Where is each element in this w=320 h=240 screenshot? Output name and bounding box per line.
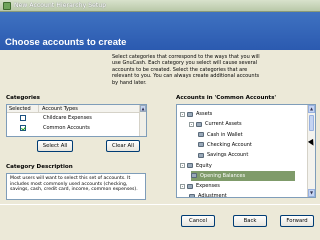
intro-text: Select categories that correspond to the…: [112, 54, 260, 86]
account-tree-row[interactable]: - Current Assets: [189, 119, 242, 129]
category-checkbox[interactable]: [20, 115, 26, 121]
window-title: New Account Hierarchy Setup: [14, 2, 107, 9]
account-name: Expenses: [196, 183, 220, 190]
account-name: Savings Account: [207, 152, 249, 159]
col-selected-header[interactable]: Selected: [7, 105, 39, 112]
accounts-tree-label: Accounts in 'Common Accounts': [176, 95, 277, 101]
description-text: Most users will want to select this set …: [6, 173, 146, 200]
categories-table[interactable]: Selected Account Types Childcare Expense…: [6, 104, 147, 137]
account-name: Opening Balances: [200, 172, 246, 179]
scroll-up-icon[interactable]: ▲: [140, 105, 146, 112]
page-title: Choose accounts to create: [5, 37, 127, 48]
scroll-up-icon[interactable]: ▲: [308, 105, 315, 113]
wizard-header: Choose accounts to create: [0, 12, 320, 50]
account-icon: [189, 193, 195, 197]
account-tree-row[interactable]: - Assets: [180, 109, 212, 119]
category-checkbox[interactable]: [20, 125, 26, 131]
collapse-toggle-icon[interactable]: -: [189, 121, 194, 127]
account-tree-row[interactable]: Savings Account: [198, 150, 248, 160]
categories-label: Categories: [6, 95, 40, 101]
account-name: Checking Account: [207, 141, 252, 148]
scroll-thumb[interactable]: [309, 115, 314, 131]
forward-button[interactable]: Forward: [280, 215, 314, 227]
account-icon: [191, 173, 197, 179]
account-tree-row[interactable]: Opening Balances: [191, 170, 295, 181]
categories-header: Selected Account Types: [7, 105, 146, 113]
account-icon: [196, 121, 202, 127]
category-type: Common Accounts: [43, 125, 90, 131]
collapse-toggle-icon[interactable]: -: [180, 183, 185, 189]
title-bar: New Account Hierarchy Setup: [0, 0, 320, 12]
account-name: Current Assets: [205, 121, 242, 128]
description-label: Category Description: [6, 164, 73, 170]
select-all-button[interactable]: Select All: [37, 140, 73, 152]
collapse-toggle-icon[interactable]: -: [180, 163, 185, 168]
account-tree-row[interactable]: - Expenses: [180, 181, 220, 191]
account-icon: [198, 142, 204, 148]
account-icon: [187, 111, 193, 117]
account-tree-row[interactable]: Checking Account: [198, 140, 252, 150]
back-button[interactable]: Back: [233, 215, 267, 227]
account-tree-row[interactable]: - Equity: [180, 161, 212, 171]
account-icon: [187, 183, 193, 189]
account-tree-row[interactable]: Cash in Wallet: [198, 130, 243, 140]
category-row[interactable]: Common Accounts: [7, 123, 146, 133]
account-name: Cash in Wallet: [207, 131, 243, 138]
clear-all-button[interactable]: Clear All: [106, 140, 140, 152]
scroll-down-icon[interactable]: ▼: [308, 189, 315, 197]
category-checkbox-cell: [7, 115, 39, 121]
collapse-toggle-icon[interactable]: -: [180, 111, 185, 117]
accounts-tree[interactable]: - Assets - Current Assets Cash in Wallet Chec…: [176, 104, 316, 198]
account-icon: [187, 163, 193, 168]
cancel-button[interactable]: Cancel: [181, 215, 215, 227]
category-checkbox-cell: [7, 125, 39, 131]
tree-scrollbar[interactable]: ▲ ▼: [307, 105, 315, 197]
account-tree-row[interactable]: Adjustment: [189, 191, 227, 198]
category-type: Childcare Expenses: [43, 115, 92, 121]
account-icon: [198, 132, 204, 138]
categories-scrollbar[interactable]: ▲: [139, 105, 146, 136]
footer-divider: [0, 204, 320, 205]
account-icon: [198, 152, 204, 158]
col-type-header[interactable]: Account Types: [39, 105, 146, 112]
account-name: Adjustment: [198, 193, 227, 198]
account-name: Assets: [196, 111, 213, 117]
category-row[interactable]: Childcare Expenses: [7, 113, 146, 123]
app-icon: [3, 1, 11, 10]
account-name: Equity: [196, 162, 212, 169]
